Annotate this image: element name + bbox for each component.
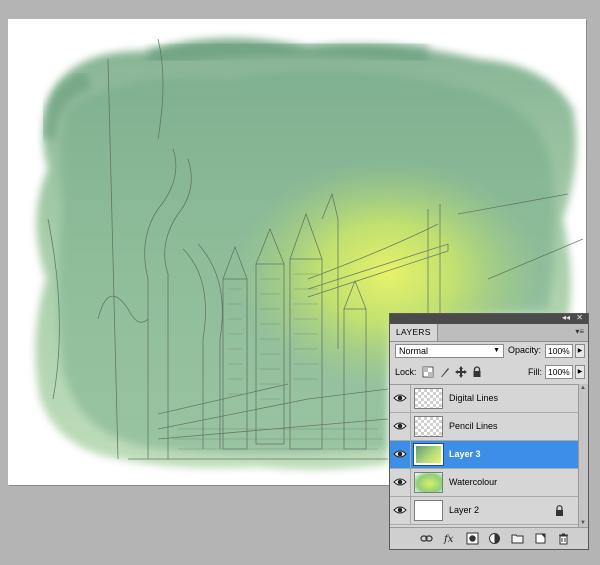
layer-row[interactable]: Pencil Lines (390, 413, 578, 441)
padlock-icon (556, 505, 563, 516)
layers-scrollbar[interactable]: ▲ ▼ (578, 384, 588, 527)
close-icon[interactable]: ✕ (576, 313, 583, 323)
fx-icon[interactable]: fx (443, 532, 456, 545)
lock-transparent-icon[interactable] (422, 366, 434, 378)
divider (410, 413, 411, 440)
svg-text:fx: fx (443, 534, 454, 545)
new-layer-icon[interactable] (534, 532, 547, 545)
layer-row[interactable]: Layer 2 (390, 497, 578, 525)
fill-label: Fill: (528, 367, 542, 377)
chevron-down-icon: ▼ (493, 347, 500, 354)
layer-name: Watercolour (449, 477, 498, 487)
layer-row-selected[interactable]: Layer 3 (390, 441, 578, 469)
layer-thumbnail (414, 388, 443, 409)
trash-icon[interactable] (557, 532, 570, 545)
lock-row: Lock: Fill: 100% ▶ (390, 365, 588, 383)
lock-move-icon[interactable] (455, 366, 467, 378)
layer-thumbnail (414, 416, 443, 437)
layers-list: Digital Lines Pencil Lines Layer 3 Water… (390, 384, 578, 528)
divider (410, 385, 411, 412)
eye-icon[interactable] (392, 418, 408, 434)
folder-icon[interactable] (511, 532, 524, 545)
opacity-slider-toggle[interactable]: ▶ (575, 344, 585, 358)
scroll-up-icon[interactable]: ▲ (580, 385, 586, 391)
panel-tabbar: LAYERS ▾≡ (390, 324, 588, 342)
divider (410, 441, 411, 468)
layer-name: Layer 2 (449, 505, 480, 515)
fill-slider-toggle[interactable]: ▶ (575, 365, 585, 379)
panel-menu-icon[interactable]: ▾≡ (575, 327, 584, 336)
opacity-input[interactable]: 100% (545, 344, 573, 358)
mask-icon[interactable] (466, 532, 479, 545)
lock-all-icon[interactable] (471, 366, 483, 378)
layer-thumbnail (413, 443, 444, 466)
panel-titlebar[interactable]: ◂◂ ✕ (390, 313, 588, 324)
divider (410, 469, 411, 496)
layers-toolbar: fx (390, 527, 588, 549)
layers-panel: ◂◂ ✕ LAYERS ▾≡ Normal ▼ Opacity: 100% ▶ … (389, 313, 589, 550)
layer-row[interactable]: Watercolour (390, 469, 578, 497)
layer-thumbnail (414, 472, 443, 493)
eye-icon[interactable] (392, 474, 408, 490)
layer-name: Digital Lines (449, 393, 499, 403)
eye-icon[interactable] (392, 446, 408, 462)
divider (410, 497, 411, 524)
layer-row[interactable]: Digital Lines (390, 385, 578, 413)
lock-brush-icon[interactable] (439, 366, 451, 378)
lock-label: Lock: (395, 367, 417, 377)
eye-icon[interactable] (392, 502, 408, 518)
blend-mode-value: Normal (399, 346, 429, 356)
adjustment-icon[interactable] (488, 532, 501, 545)
scroll-down-icon[interactable]: ▼ (580, 520, 586, 526)
collapse-icon[interactable]: ◂◂ (562, 313, 570, 323)
blend-mode-select[interactable]: Normal ▼ (395, 344, 504, 358)
blend-row: Normal ▼ Opacity: 100% ▶ (390, 344, 588, 362)
layer-name: Layer 3 (449, 449, 481, 459)
fill-input[interactable]: 100% (545, 365, 573, 379)
tab-layers[interactable]: LAYERS (390, 324, 438, 341)
eye-icon[interactable] (392, 390, 408, 406)
layer-name: Pencil Lines (449, 421, 498, 431)
layer-thumbnail (414, 500, 443, 521)
link-icon[interactable] (420, 532, 433, 545)
opacity-label: Opacity: (508, 345, 542, 355)
